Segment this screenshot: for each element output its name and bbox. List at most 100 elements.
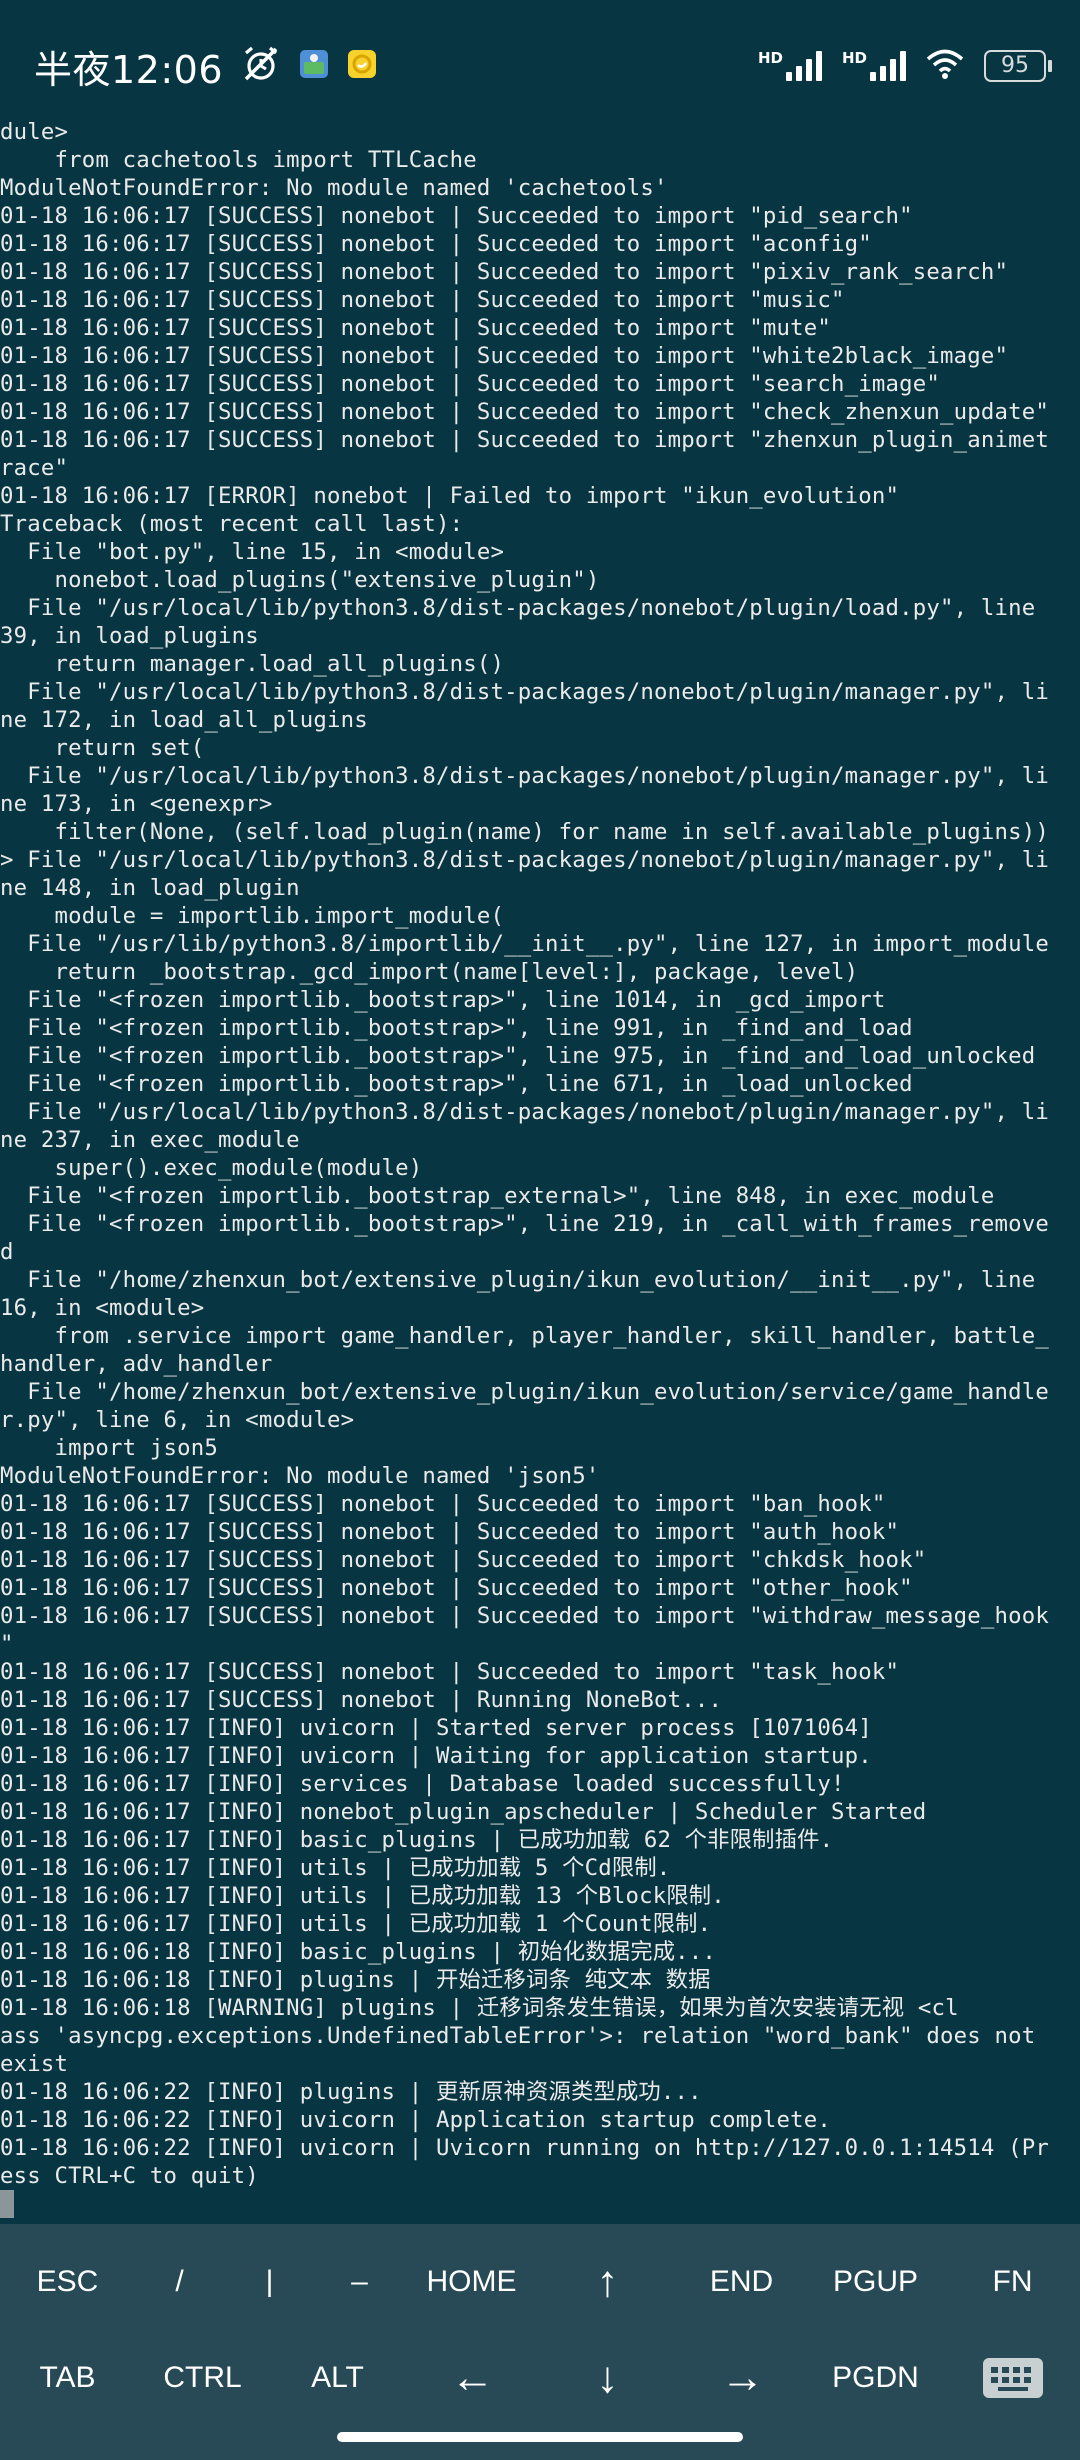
terminal-line: module = importlib.import_module( — [0, 903, 505, 929]
battery-icon: 95 — [984, 50, 1052, 82]
signal-icon: HD — [842, 51, 906, 81]
terminal-line: 01-18 16:06:18 [WARNING] plugins | 迁移词条发… — [0, 1995, 959, 2021]
terminal-line: ne 172, in load_all_plugins — [0, 707, 368, 733]
down-arrow-key[interactable]: ↓ — [540, 2330, 675, 2426]
ctrl-key[interactable]: CTRL — [135, 2330, 270, 2426]
terminal-line: " — [0, 1631, 14, 1657]
wifi-icon — [926, 48, 964, 84]
extra-keys-bar: ESC / | – HOME ↑ END PGUP FN TAB CTRL AL… — [0, 2224, 1080, 2460]
terminal-lines: dule> from cachetools import TTLCache Mod… — [0, 118, 1080, 2190]
terminal-line: File "<frozen importlib._bootstrap>", li… — [0, 1015, 913, 1041]
terminal-line: 39, in load_plugins — [0, 623, 259, 649]
end-key[interactable]: END — [674, 2234, 809, 2330]
terminal-line: race" — [0, 455, 69, 481]
home-key[interactable]: HOME — [404, 2234, 539, 2330]
keyboard-toggle-button[interactable] — [945, 2330, 1080, 2426]
alarm-off-icon — [241, 44, 281, 88]
terminal-line: 01-18 16:06:17 [INFO] utils | 已成功加载 5 个C… — [0, 1855, 671, 1881]
terminal-line: > File "/usr/local/lib/python3.8/dist-pa… — [0, 847, 1050, 873]
status-time: 半夜12:06 — [34, 47, 224, 92]
terminal-line: File "/usr/local/lib/python3.8/dist-pack… — [0, 1099, 1050, 1125]
terminal-line: dule> — [0, 119, 69, 145]
terminal-line: 01-18 16:06:17 [ERROR] nonebot | Failed … — [0, 483, 900, 509]
battery-level: 95 — [1001, 53, 1029, 78]
terminal-line: d — [0, 1239, 14, 1265]
terminal-line: 01-18 16:06:17 [INFO] services | Databas… — [0, 1771, 845, 1797]
app-notification-icon — [347, 49, 377, 83]
terminal-line: 01-18 16:06:17 [SUCCESS] nonebot | Succe… — [0, 1547, 927, 1573]
terminal-line: 01-18 16:06:17 [INFO] nonebot_plugin_aps… — [0, 1799, 927, 1825]
terminal-line: File "<frozen importlib._bootstrap>", li… — [0, 987, 886, 1013]
terminal-line: 01-18 16:06:17 [SUCCESS] nonebot | Succe… — [0, 315, 832, 341]
terminal-line: File "/home/zhenxun_bot/extensive_plugin… — [0, 1379, 1050, 1405]
terminal-line: return manager.load_all_plugins() — [0, 651, 505, 677]
terminal-line: 01-18 16:06:17 [SUCCESS] nonebot | Succe… — [0, 1575, 913, 1601]
terminal-line: ne 148, in load_plugin — [0, 875, 300, 901]
terminal-line: return set( — [0, 735, 205, 761]
terminal-line: 01-18 16:06:17 [SUCCESS] nonebot | Succe… — [0, 203, 913, 229]
terminal-line: import json5 — [0, 1435, 218, 1461]
terminal-line: exist — [0, 2051, 69, 2077]
terminal-line: filter(None, (self.load_plugin(name) for… — [0, 819, 1050, 845]
terminal-line: File "/usr/local/lib/python3.8/dist-pack… — [0, 595, 1036, 621]
status-bar-left: 半夜12:06 — [34, 38, 377, 94]
terminal-line: 01-18 16:06:17 [SUCCESS] nonebot | Succe… — [0, 343, 1009, 369]
up-arrow-key[interactable]: ↑ — [540, 2234, 675, 2330]
terminal-line: 01-18 16:06:18 [INFO] plugins | 开始迁移词条 纯… — [0, 1967, 711, 1993]
terminal-line: 01-18 16:06:17 [SUCCESS] nonebot | Succe… — [0, 427, 1050, 453]
keyboard-icon — [982, 2358, 1043, 2398]
terminal-line: 01-18 16:06:17 [SUCCESS] nonebot | Succe… — [0, 231, 872, 257]
status-bar-right: HD HD 95 — [758, 40, 1052, 92]
terminal-line: r.py", line 6, in <module> — [0, 1407, 355, 1433]
terminal-line: handler, adv_handler — [0, 1351, 273, 1377]
terminal-line: 01-18 16:06:17 [SUCCESS] nonebot | Succe… — [0, 1659, 900, 1685]
signal-icon: HD — [758, 51, 822, 81]
terminal-line: File "/home/zhenxun_bot/extensive_plugin… — [0, 1267, 1036, 1293]
terminal-line: nonebot.load_plugins("extensive_plugin") — [0, 567, 600, 593]
terminal-line: ne 237, in exec_module — [0, 1127, 300, 1153]
gesture-navigation-bar[interactable] — [337, 2432, 743, 2442]
terminal-line: 01-18 16:06:17 [SUCCESS] nonebot | Succe… — [0, 287, 845, 313]
terminal-line: from .service import game_handler, playe… — [0, 1323, 1050, 1349]
terminal-line: File "bot.py", line 15, in <module> — [0, 539, 505, 565]
terminal-line: ModuleNotFoundError: No module named 'ca… — [0, 175, 668, 201]
fn-key[interactable]: FN — [945, 2234, 1080, 2330]
terminal-line: 01-18 16:06:17 [SUCCESS] nonebot | Succe… — [0, 1519, 900, 1545]
terminal-line: from cachetools import TTLCache — [0, 147, 477, 173]
sim1-hd-label: HD — [757, 49, 783, 67]
pgup-key[interactable]: PGUP — [808, 2234, 943, 2330]
terminal-line: 01-18 16:06:17 [INFO] uvicorn | Started … — [0, 1715, 872, 1741]
alt-key[interactable]: ALT — [270, 2330, 405, 2426]
terminal-line: 01-18 16:06:22 [INFO] uvicorn | Uvicorn … — [0, 2135, 1050, 2161]
terminal-line: ass 'asyncpg.exceptions.UndefinedTableEr… — [0, 2023, 1036, 2049]
terminal-line: 01-18 16:06:17 [SUCCESS] nonebot | Succe… — [0, 399, 1050, 425]
terminal-line: File "/usr/lib/python3.8/importlib/__ini… — [0, 931, 1050, 957]
tab-key[interactable]: TAB — [0, 2330, 135, 2426]
status-bar: 半夜12:06 HD HD 95 — [0, 0, 1080, 126]
terminal-line: File "<frozen importlib._bootstrap>", li… — [0, 1071, 913, 1097]
terminal-line: 01-18 16:06:18 [INFO] basic_plugins | 初始… — [0, 1939, 717, 1965]
terminal-line: 01-18 16:06:17 [SUCCESS] nonebot | Succe… — [0, 371, 941, 397]
pgdn-key[interactable]: PGDN — [808, 2330, 943, 2426]
terminal-line: 01-18 16:06:17 [INFO] utils | 已成功加载 1 个C… — [0, 1911, 712, 1937]
terminal-line: ess CTRL+C to quit) — [0, 2163, 259, 2189]
left-arrow-key[interactable]: ← — [405, 2330, 540, 2426]
terminal-output[interactable]: dule> from cachetools import TTLCache Mod… — [0, 118, 1080, 2224]
terminal-line: 01-18 16:06:17 [INFO] uvicorn | Waiting … — [0, 1743, 872, 1769]
terminal-cursor — [0, 2190, 14, 2218]
terminal-line: Traceback (most recent call last): — [0, 511, 464, 537]
right-arrow-key[interactable]: → — [675, 2330, 810, 2426]
terminal-line: super().exec_module(module) — [0, 1155, 423, 1181]
terminal-line: File "/usr/local/lib/python3.8/dist-pack… — [0, 763, 1050, 789]
terminal-line: ne 173, in <genexpr> — [0, 791, 273, 817]
terminal-line: 01-18 16:06:17 [SUCCESS] nonebot | Succe… — [0, 1491, 886, 1517]
terminal-line: File "/usr/local/lib/python3.8/dist-pack… — [0, 679, 1050, 705]
terminal-line: 01-18 16:06:17 [INFO] basic_plugins | 已成… — [0, 1827, 834, 1853]
terminal-line: 01-18 16:06:17 [SUCCESS] nonebot | Runni… — [0, 1687, 723, 1713]
terminal-line: File "<frozen importlib._bootstrap>", li… — [0, 1043, 1036, 1069]
terminal-line: 01-18 16:06:22 [INFO] uvicorn | Applicat… — [0, 2107, 832, 2133]
terminal-line: 01-18 16:06:22 [INFO] plugins | 更新原神资源类型… — [0, 2079, 702, 2105]
terminal-line: File "<frozen importlib._bootstrap>", li… — [0, 1211, 1050, 1237]
terminal-line: 01-18 16:06:17 [SUCCESS] nonebot | Succe… — [0, 1603, 1050, 1629]
terminal-line: 01-18 16:06:17 [SUCCESS] nonebot | Succe… — [0, 259, 1009, 285]
